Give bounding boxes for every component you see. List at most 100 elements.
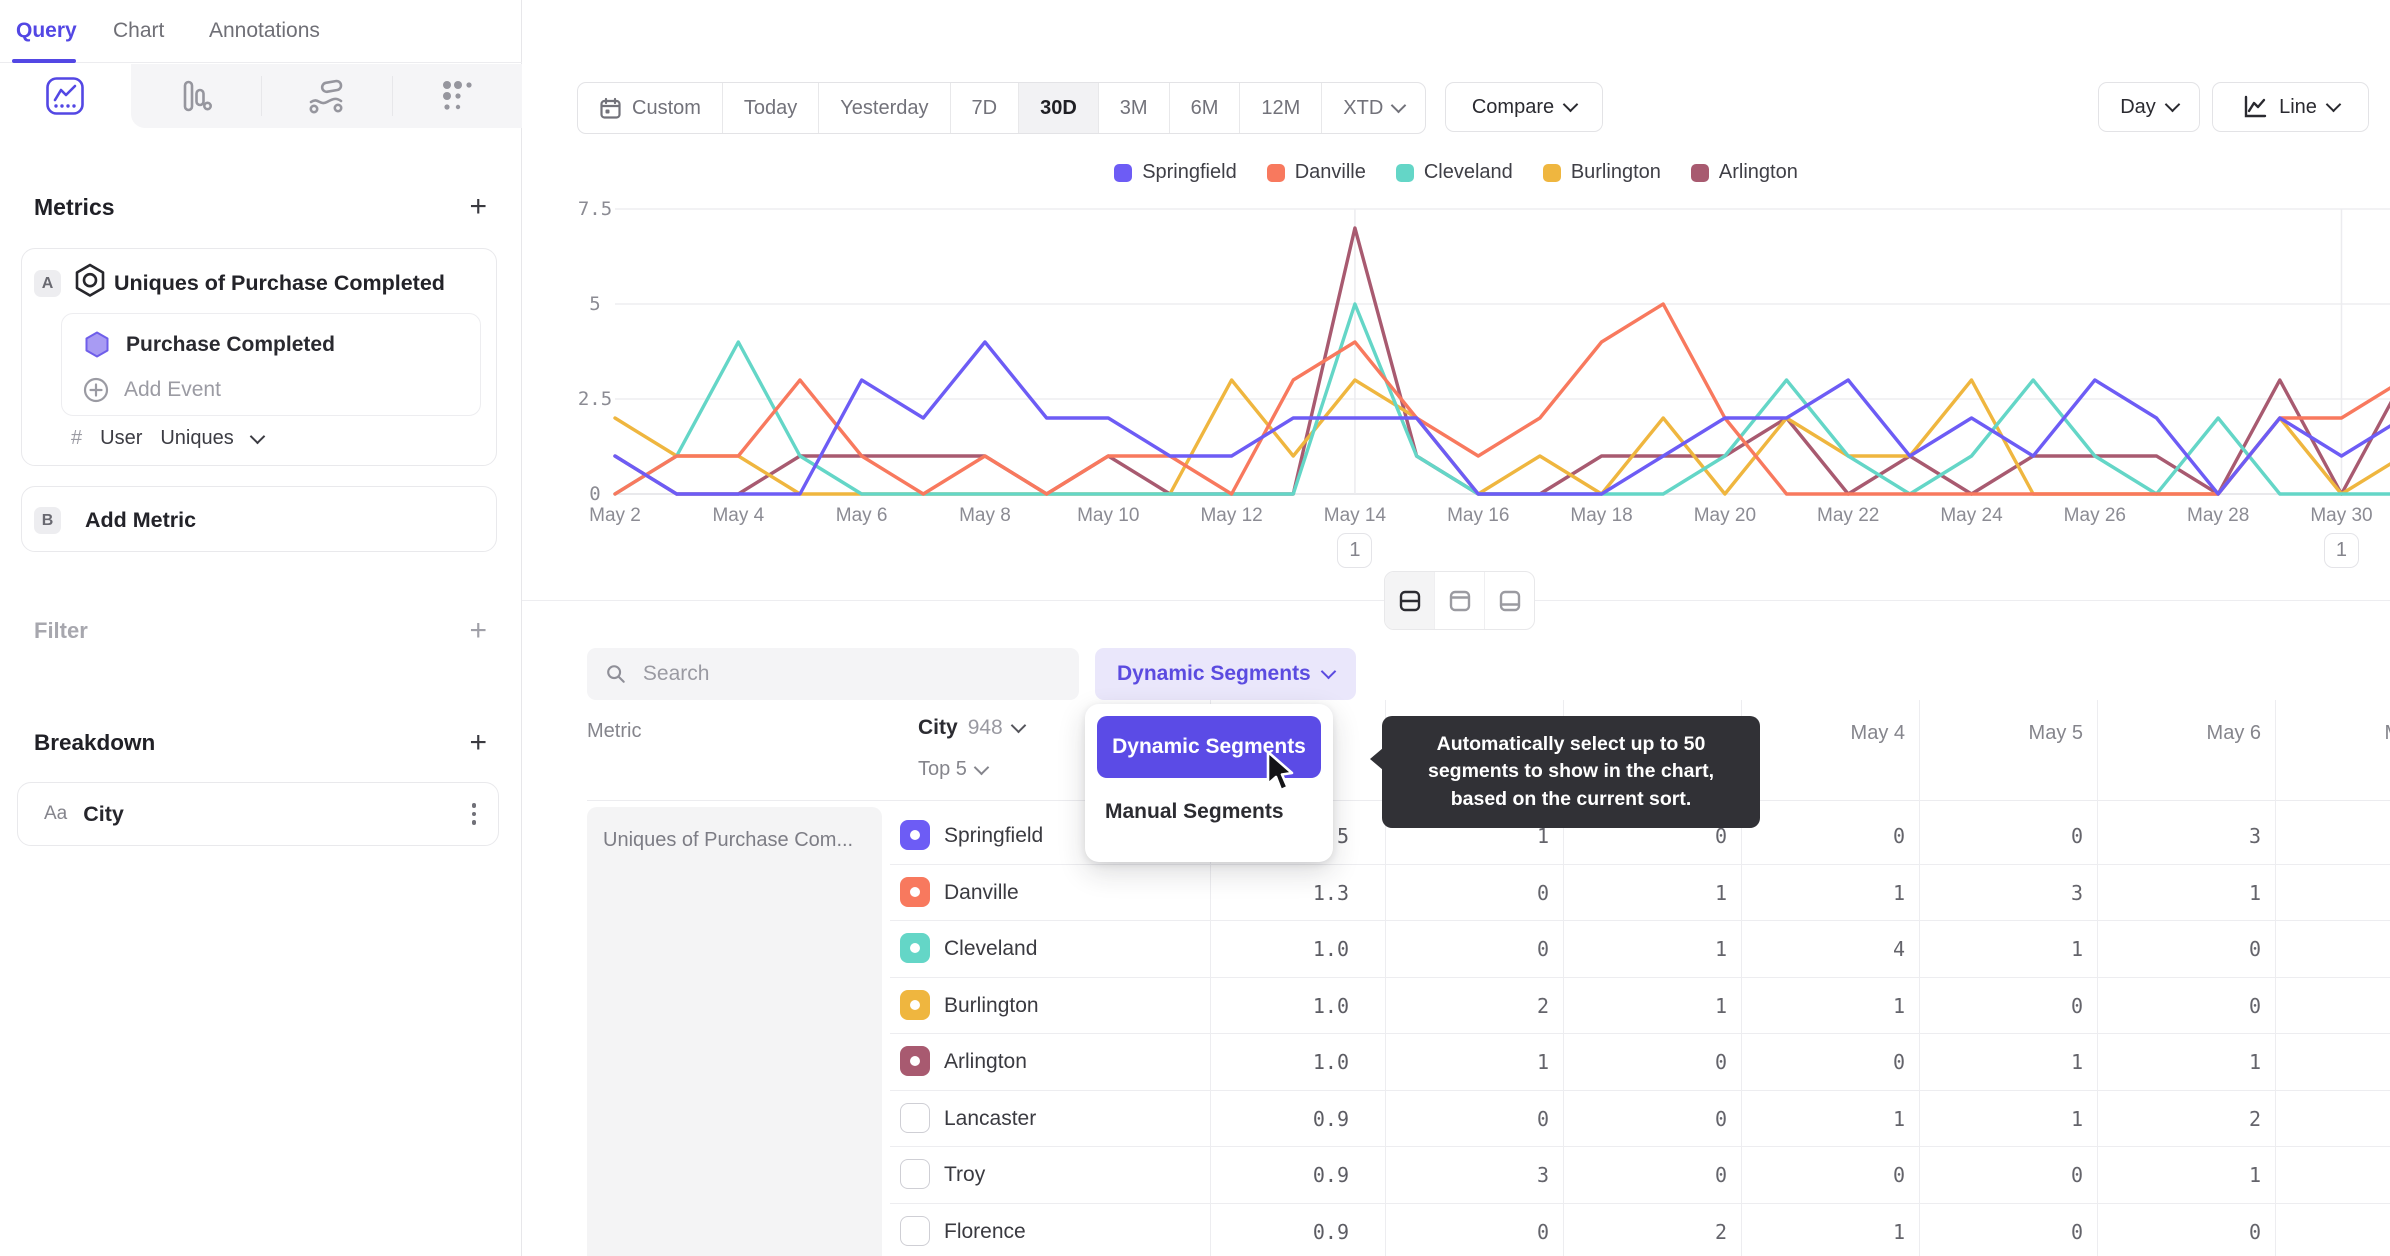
range-custom[interactable]: Custom bbox=[578, 83, 722, 133]
segment-day-value: 0 bbox=[1892, 1163, 1905, 1187]
segment-day-value: 2 bbox=[1536, 993, 1549, 1018]
active-tab-underline bbox=[12, 59, 76, 63]
column-border bbox=[1919, 700, 1920, 1256]
series-springfield bbox=[613, 340, 2390, 496]
segment-day-value: 1 bbox=[2248, 880, 2261, 905]
segment-checkbox-cleveland[interactable] bbox=[900, 933, 930, 963]
segment-mode-dropdown-trigger[interactable]: Dynamic Segments bbox=[1095, 648, 1356, 700]
segment-name: Arlington bbox=[944, 1050, 1027, 1073]
segment-day-value: 1 bbox=[2070, 1106, 2083, 1131]
legend-item-burlington[interactable]: Burlington bbox=[1542, 161, 1661, 184]
segment-checkbox-florence[interactable] bbox=[900, 1215, 930, 1246]
segment-day-value: 0 bbox=[1892, 1050, 1905, 1074]
range-12m[interactable]: 12M bbox=[1239, 83, 1321, 133]
range-3m[interactable]: 3M bbox=[1097, 83, 1169, 133]
annotation-chip[interactable]: 1 bbox=[1337, 533, 1373, 568]
layout-toggle-bottom-bar[interactable] bbox=[1484, 572, 1534, 629]
add-metric-plus-button[interactable]: + bbox=[469, 192, 487, 222]
chart-type-flow-button[interactable] bbox=[261, 64, 391, 128]
segment-search[interactable] bbox=[587, 648, 1079, 700]
x-axis-label: May 18 bbox=[1570, 505, 1633, 526]
legend-item-arlington[interactable]: Arlington bbox=[1690, 161, 1798, 184]
add-filter-plus-button[interactable]: + bbox=[469, 616, 487, 646]
segment-avg-value: 1.0 bbox=[1312, 1050, 1349, 1074]
metric-a-title[interactable]: Uniques of Purchase Completed bbox=[114, 271, 445, 296]
row-border bbox=[890, 863, 2390, 865]
segment-day-value: 1 bbox=[1714, 993, 1727, 1018]
y-axis-label: 2.5 bbox=[577, 388, 613, 410]
metrics-title: Metrics bbox=[34, 193, 115, 220]
layout-toggle-top-bar[interactable] bbox=[1434, 572, 1484, 629]
measured-as-dropdown[interactable]: # User Uniques bbox=[71, 427, 266, 450]
segment-day-value: 0 bbox=[2070, 993, 2083, 1018]
breakdown-title: Breakdown bbox=[34, 730, 156, 755]
segment-day-value: 0 bbox=[1714, 1163, 1727, 1187]
layout-bottom-bar-icon bbox=[1499, 590, 1520, 611]
segment-avg-value: 0.9 bbox=[1312, 1163, 1349, 1187]
segment-day-value: 4 bbox=[1892, 937, 1905, 961]
x-axis-label: May 26 bbox=[2063, 505, 2126, 526]
event-name: Purchase Completed bbox=[126, 333, 335, 356]
chart-legend: Springfield Danville Cleveland Burlington Ar… bbox=[522, 161, 2390, 184]
x-axis-label: May 12 bbox=[1200, 505, 1263, 526]
annotation-chip[interactable]: 1 bbox=[2323, 533, 2359, 568]
range-6m[interactable]: 6M bbox=[1168, 83, 1240, 133]
event-row[interactable]: Purchase Completed bbox=[82, 330, 335, 360]
segment-name: Lancaster bbox=[944, 1106, 1037, 1130]
segment-checkbox-springfield[interactable] bbox=[900, 820, 930, 850]
segment-day-value: 1 bbox=[2070, 1050, 2083, 1074]
segment-checkbox-danville[interactable] bbox=[900, 876, 930, 907]
chart-type-stickiness-button[interactable] bbox=[392, 64, 522, 128]
segment-day-value: 1 bbox=[1714, 937, 1727, 961]
top-filter-dropdown[interactable]: Top 5 bbox=[918, 758, 990, 781]
kebab-icon[interactable] bbox=[471, 803, 476, 825]
segment-avg-value: 1.0 bbox=[1312, 993, 1349, 1018]
legend-swatch bbox=[1690, 163, 1709, 182]
segment-day-value: 0 bbox=[1536, 937, 1549, 961]
segment-day-value: 0 bbox=[1714, 1050, 1727, 1074]
add-event-row[interactable]: Add Event bbox=[82, 376, 221, 404]
add-breakdown-plus-button[interactable]: + bbox=[469, 728, 487, 758]
segment-checkbox-lancaster[interactable] bbox=[900, 1102, 930, 1133]
tab-query[interactable]: Query bbox=[16, 19, 77, 43]
range-xtd[interactable]: XTD bbox=[1321, 83, 1425, 133]
calendar-icon bbox=[600, 97, 621, 119]
segment-day-value: 3 bbox=[2248, 824, 2261, 848]
chart-type-bar-button[interactable] bbox=[131, 64, 261, 128]
chevron-down-icon bbox=[1010, 717, 1027, 734]
segment-day-value: 1 bbox=[1536, 1050, 1549, 1074]
segment-day-value: 0 bbox=[2248, 1219, 2261, 1244]
segment-day-value: 0 bbox=[1536, 1219, 1549, 1244]
segment-checkbox-arlington[interactable] bbox=[900, 1046, 930, 1076]
legend-swatch bbox=[1542, 163, 1561, 182]
metric-card-b[interactable]: B Add Metric bbox=[21, 486, 497, 552]
dropdown-option-manual-segments[interactable]: Manual Segments bbox=[1105, 800, 1284, 824]
segment-checkbox-burlington[interactable] bbox=[900, 989, 930, 1020]
x-axis-label: May 30 bbox=[2310, 505, 2373, 526]
segment-day-value: 1 bbox=[2070, 937, 2083, 961]
filter-title: Filter bbox=[34, 618, 88, 643]
range-yesterday[interactable]: Yesterday bbox=[818, 83, 949, 133]
tab-annotations[interactable]: Annotations bbox=[209, 19, 320, 43]
breakdown-header: Breakdown + bbox=[34, 728, 487, 758]
event-block: Purchase Completed Add Event bbox=[61, 313, 481, 416]
range-30d[interactable]: 30D bbox=[1018, 83, 1098, 133]
range-7d[interactable]: 7D bbox=[949, 83, 1019, 133]
search-input[interactable] bbox=[640, 661, 1061, 687]
chart-type-button[interactable]: Line bbox=[2212, 82, 2369, 132]
column-header-may5: May 5 bbox=[2028, 722, 2083, 744]
legend-item-danville[interactable]: Danville bbox=[1266, 161, 1366, 184]
layout-toggle-split-horizontal[interactable] bbox=[1385, 572, 1434, 629]
legend-item-cleveland[interactable]: Cleveland bbox=[1395, 161, 1513, 184]
breakdown-item-city[interactable]: Aa City bbox=[17, 782, 499, 846]
tab-chart[interactable]: Chart bbox=[113, 19, 164, 43]
group-by-header[interactable]: City 948 bbox=[918, 716, 1027, 740]
legend-item-springfield[interactable]: Springfield bbox=[1114, 161, 1237, 184]
line-chart-icon bbox=[46, 77, 84, 115]
range-today[interactable]: Today bbox=[721, 83, 818, 133]
compare-button[interactable]: Compare bbox=[1445, 82, 1603, 132]
segment-checkbox-troy[interactable] bbox=[900, 1159, 930, 1189]
segment-day-value: 0 bbox=[2070, 1219, 2083, 1244]
granularity-button[interactable]: Day bbox=[2098, 82, 2200, 132]
chart-type-line-button[interactable] bbox=[0, 64, 130, 128]
